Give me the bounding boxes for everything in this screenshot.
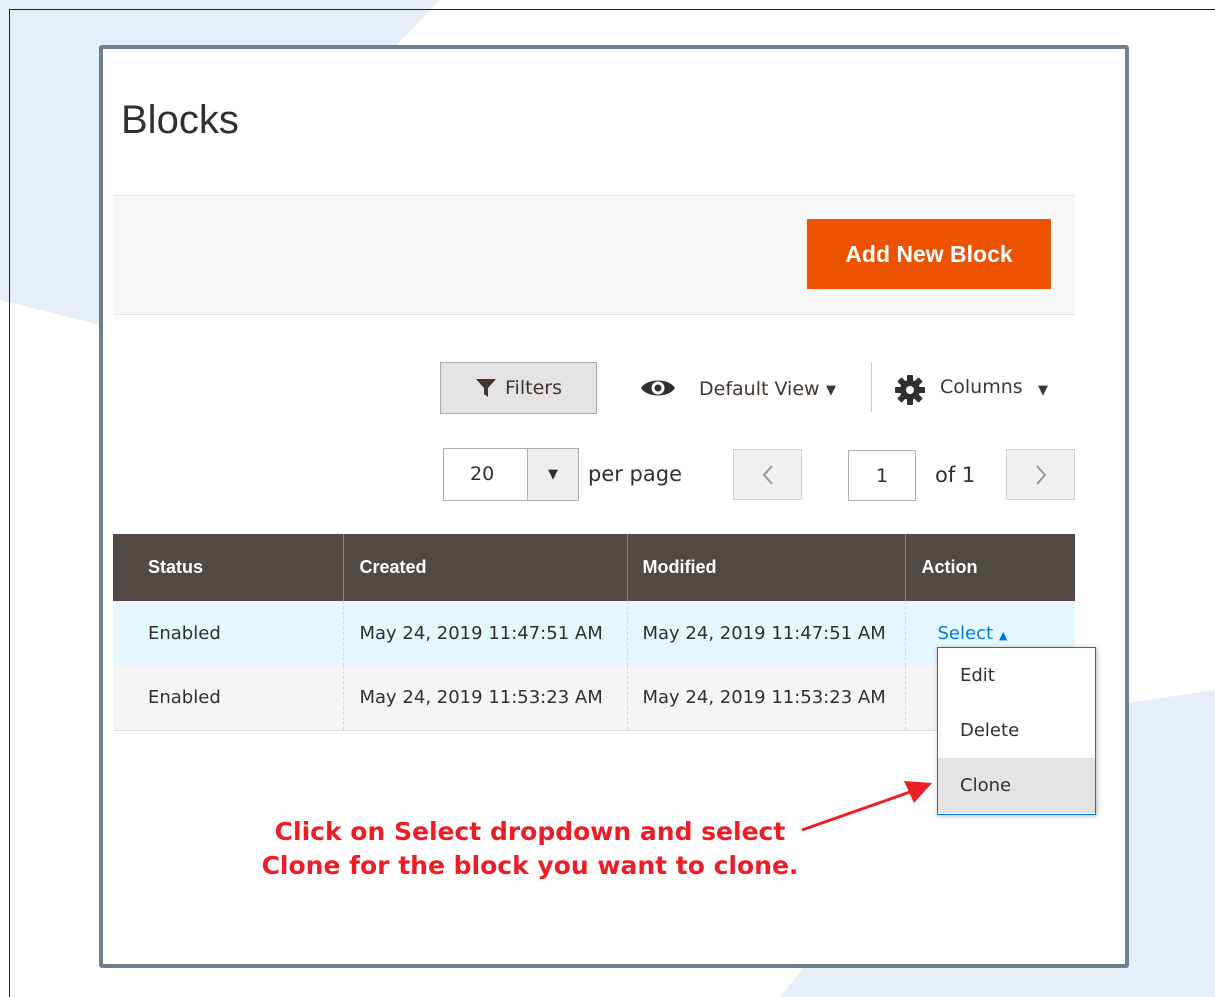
annotation-line-1: Click on Select dropdown and select	[274, 817, 786, 846]
column-header-modified[interactable]: Modified	[627, 534, 906, 601]
eye-icon[interactable]	[639, 375, 677, 401]
table-row[interactable]: Enabled May 24, 2019 11:53:23 AM May 24,…	[113, 666, 1075, 731]
previous-page-button[interactable]	[733, 449, 802, 500]
table-row[interactable]: Enabled May 24, 2019 11:47:51 AM May 24,…	[113, 601, 1075, 666]
per-page-select[interactable]: 20 ▼	[443, 448, 579, 501]
columns-selector[interactable]: Columns	[940, 376, 1023, 398]
gear-icon[interactable]	[894, 374, 926, 406]
menu-item-clone[interactable]: Clone	[938, 758, 1095, 813]
chevron-left-icon	[762, 464, 773, 485]
filters-label: Filters	[505, 377, 562, 399]
cell-modified: May 24, 2019 11:47:51 AM	[627, 601, 906, 666]
view-caret-icon[interactable]: ▼	[826, 383, 836, 398]
page-number-input[interactable]: 1	[848, 450, 916, 501]
cell-created: May 24, 2019 11:53:23 AM	[343, 666, 628, 731]
cell-status: Enabled	[113, 601, 344, 666]
columns-caret-icon[interactable]: ▼	[1038, 383, 1048, 398]
caret-up-icon[interactable]: ▲	[999, 629, 1007, 642]
select-action-dropdown[interactable]: Select	[938, 623, 994, 644]
column-header-created[interactable]: Created	[343, 534, 628, 601]
column-header-action: Action	[905, 534, 1075, 601]
add-new-block-button[interactable]: Add New Block	[807, 219, 1051, 289]
cell-modified: May 24, 2019 11:53:23 AM	[627, 666, 906, 731]
next-page-button[interactable]	[1006, 449, 1075, 500]
blocks-grid: Status Created Modified Action Enabled M…	[113, 534, 1075, 731]
column-header-status[interactable]: Status	[113, 534, 344, 601]
per-page-caret-icon[interactable]: ▼	[527, 449, 578, 500]
grid-header-row: Status Created Modified Action	[113, 534, 1075, 601]
menu-item-delete[interactable]: Delete	[938, 703, 1095, 758]
annotation-line-2: Clone for the block you want to clone.	[261, 851, 799, 880]
action-dropdown-menu: Edit Delete Clone	[937, 647, 1096, 815]
default-view-selector[interactable]: Default View	[699, 378, 820, 400]
chevron-right-icon	[1035, 464, 1046, 485]
per-page-value: 20	[470, 463, 495, 485]
toolbar-divider	[871, 362, 872, 412]
cell-status: Enabled	[113, 666, 344, 731]
filter-funnel-icon	[476, 379, 497, 397]
page-title: Blocks	[121, 98, 239, 142]
filters-button[interactable]: Filters	[440, 362, 597, 414]
menu-item-edit[interactable]: Edit	[938, 648, 1095, 703]
total-pages-label: of 1	[935, 463, 976, 487]
per-page-label: per page	[588, 462, 683, 486]
cell-created: May 24, 2019 11:47:51 AM	[343, 601, 628, 666]
instruction-annotation: Click on Select dropdown and select Clon…	[210, 815, 850, 883]
